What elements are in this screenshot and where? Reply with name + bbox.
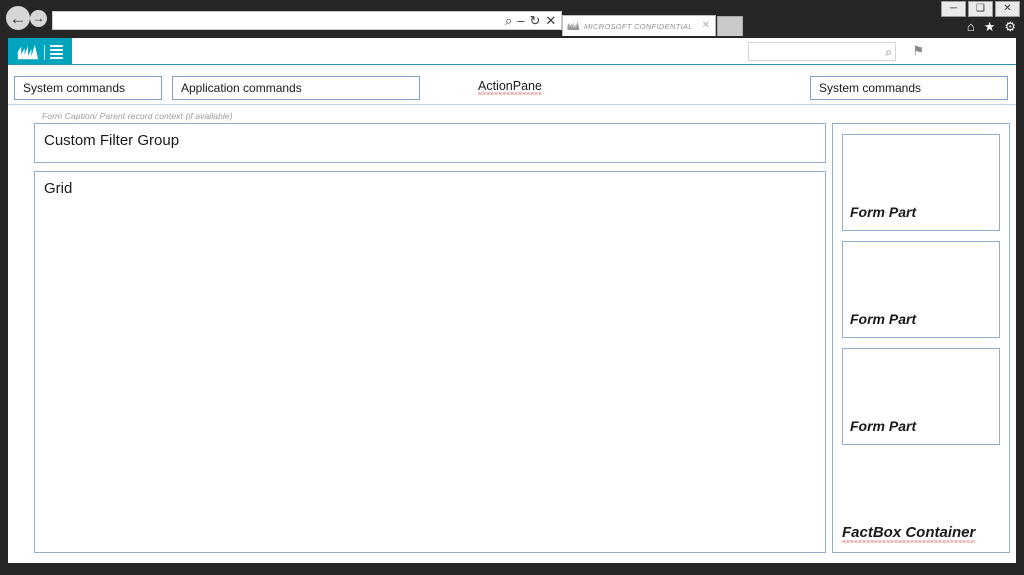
maximize-button[interactable]: ❑ (968, 1, 993, 17)
app-search-box[interactable]: ⌕ (748, 42, 896, 61)
tab-strip: MICROSOFT CONFIDENTIAL ✕ (562, 15, 743, 36)
grid-title: Grid (44, 180, 825, 197)
app-search-input[interactable] (752, 43, 885, 60)
favorites-star-icon[interactable]: ★ (984, 20, 996, 33)
close-icon[interactable]: ✕ (702, 21, 711, 31)
form-content-area: Custom Filter Group Grid Form Part Form … (8, 123, 1016, 563)
form-part-label: Form Part (850, 311, 916, 327)
factbox-container: Form Part Form Part Form Part FactBox Co… (832, 123, 1010, 553)
form-part-1[interactable]: Form Part (842, 134, 1000, 231)
form-part-label: Form Part (850, 418, 916, 434)
address-bar[interactable] (52, 11, 562, 30)
minimize-button[interactable]: ─ (941, 1, 966, 17)
browser-chrome-toolbar: ← → ⌕ – ↻ ✕ MICROSOFT CONFIDENTIAL ✕ ─ ❑ (0, 0, 1024, 36)
tab-title: MICROSOFT CONFIDENTIAL (584, 22, 698, 31)
home-icon[interactable]: ⌂ (967, 20, 975, 33)
action-pane: System commands Application commands Act… (8, 65, 1016, 105)
forward-icon[interactable]: → (30, 10, 47, 27)
navigation-menu-icon[interactable] (50, 45, 63, 59)
navigation-buttons: ← → (6, 6, 47, 30)
form-part-2[interactable]: Form Part (842, 241, 1000, 338)
application-commands[interactable]: Application commands (172, 76, 420, 100)
brand-block[interactable] (8, 38, 72, 66)
form-page: System commands Application commands Act… (8, 64, 1016, 563)
action-pane-label: ActionPane (478, 79, 542, 95)
grid[interactable]: Grid (34, 171, 826, 553)
brand-separator (44, 45, 45, 60)
form-caption-note: Form Caption/ Parent record context (if … (42, 111, 233, 121)
system-commands-right[interactable]: System commands (810, 76, 1008, 100)
main-column: Custom Filter Group Grid (34, 123, 826, 553)
browser-tab[interactable]: MICROSOFT CONFIDENTIAL ✕ (562, 15, 716, 36)
settings-gear-icon[interactable]: ⚙ (1004, 20, 1016, 33)
new-tab-button[interactable] (717, 16, 743, 36)
factbox-container-label: FactBox Container (842, 524, 975, 543)
address-input[interactable] (53, 12, 561, 29)
chevron-down-icon[interactable]: – (517, 14, 524, 27)
form-part-3[interactable]: Form Part (842, 348, 1000, 445)
browser-window: ← → ⌕ – ↻ ✕ MICROSOFT CONFIDENTIAL ✕ ─ ❑ (0, 0, 1024, 575)
dynamics-favicon-icon (567, 21, 580, 31)
stop-icon[interactable]: ✕ (545, 14, 556, 27)
custom-filter-group-title: Custom Filter Group (44, 132, 825, 149)
search-icon[interactable]: ⌕ (885, 46, 892, 58)
custom-filter-group[interactable]: Custom Filter Group (34, 123, 826, 163)
search-icon[interactable]: ⌕ (505, 14, 512, 27)
form-part-label: Form Part (850, 204, 916, 220)
back-icon[interactable]: ← (6, 6, 30, 30)
flag-icon[interactable]: ⚑ (912, 44, 924, 57)
address-bar-actions: ⌕ – ↻ ✕ (505, 14, 556, 27)
close-button[interactable]: ✕ (995, 1, 1020, 17)
refresh-icon[interactable]: ↻ (530, 14, 541, 27)
system-commands-left[interactable]: System commands (14, 76, 162, 100)
browser-command-icons: ⌂ ★ ⚙ (967, 20, 1016, 33)
window-controls: ─ ❑ ✕ (941, 1, 1020, 17)
dynamics-logo-icon (17, 44, 39, 61)
